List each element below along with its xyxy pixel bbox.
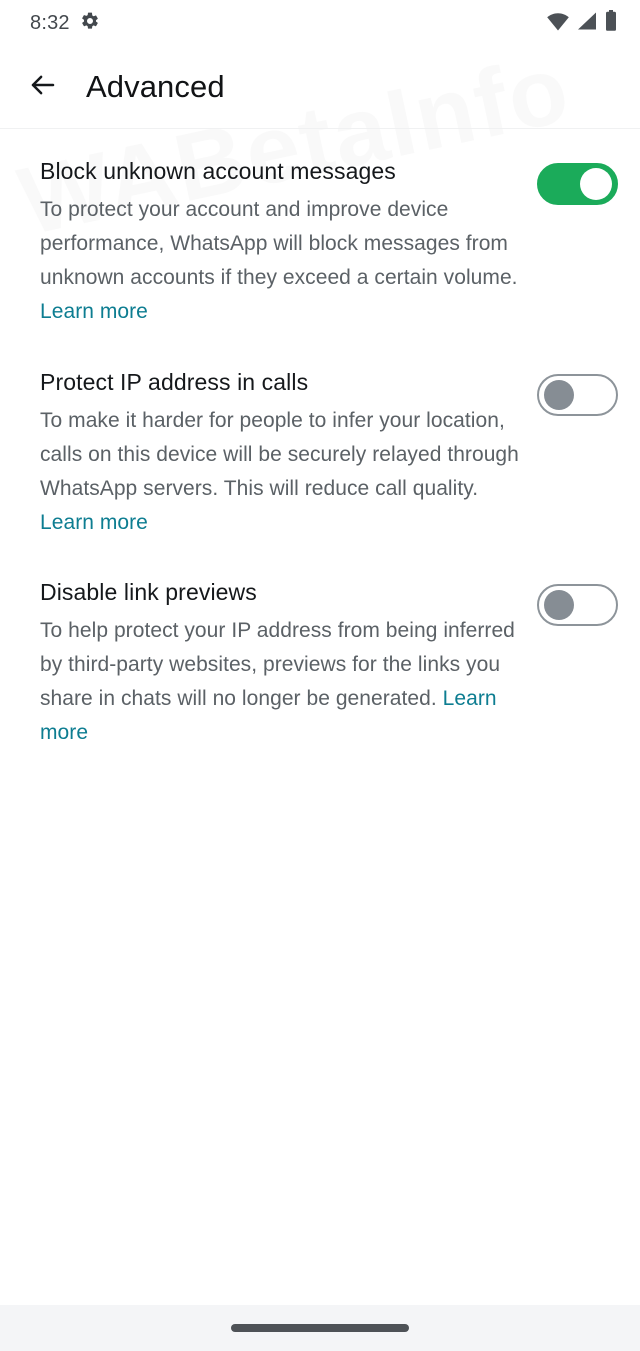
back-arrow-icon (28, 70, 58, 105)
back-button[interactable] (26, 70, 60, 104)
toggle-disable-link-previews[interactable] (537, 584, 618, 626)
toggle-knob (580, 168, 612, 200)
gear-icon (80, 11, 100, 36)
setting-text: Block unknown account messages To protec… (40, 157, 537, 330)
setting-row-disable-link-previews[interactable]: Disable link previews To help protect yo… (0, 558, 640, 769)
setting-title: Disable link previews (40, 579, 257, 605)
settings-list: Block unknown account messages To protec… (0, 129, 640, 769)
setting-row-protect-ip-address-in-calls[interactable]: Protect IP address in calls To make it h… (0, 348, 640, 559)
setting-description-text: To protect your account and improve devi… (40, 198, 518, 290)
status-time: 8:32 (30, 11, 70, 34)
toggle-knob (544, 379, 574, 410)
toggle-protect-ip-address-in-calls[interactable] (537, 373, 618, 416)
setting-text: Protect IP address in calls To make it h… (40, 368, 537, 541)
toggle-knob (544, 590, 574, 620)
setting-description: To make it harder for people to infer yo… (40, 404, 519, 540)
setting-title: Block unknown account messages (40, 158, 396, 184)
cellular-signal-icon (576, 11, 598, 36)
status-bar: 8:32 (0, 0, 640, 46)
wifi-icon (546, 11, 570, 36)
status-bar-right (546, 9, 618, 37)
setting-description-text: To make it harder for people to infer yo… (40, 408, 519, 500)
battery-full-icon (604, 9, 618, 37)
navigation-bar (0, 1305, 640, 1351)
app-bar: Advanced (0, 46, 640, 128)
learn-more-link[interactable]: Learn more (40, 300, 148, 323)
gesture-home-handle[interactable] (231, 1324, 409, 1332)
setting-row-block-unknown-account-messages[interactable]: Block unknown account messages To protec… (0, 137, 640, 348)
setting-description: To help protect your IP address from bei… (40, 614, 519, 750)
status-bar-left: 8:32 (30, 11, 100, 36)
toggle-block-unknown-account-messages[interactable] (537, 163, 618, 205)
setting-description: To protect your account and improve devi… (40, 193, 519, 329)
phone-screen: WABetaInfo 8:32 (0, 0, 640, 1351)
setting-title: Protect IP address in calls (40, 368, 309, 395)
learn-more-link[interactable]: Learn more (40, 511, 148, 534)
setting-text: Disable link previews To help protect yo… (40, 578, 537, 751)
page-title: Advanced (86, 69, 225, 104)
